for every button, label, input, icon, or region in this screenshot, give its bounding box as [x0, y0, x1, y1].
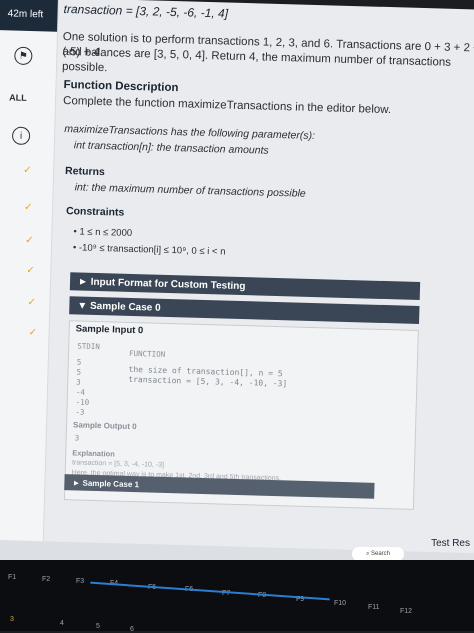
sample-input-title: Sample Input 0	[75, 323, 144, 337]
stdin-header: STDIN	[77, 341, 100, 352]
check-icon: ✓	[23, 201, 33, 214]
digit-key: 4	[60, 620, 64, 627]
check-icon: ✓	[27, 297, 36, 309]
returns-text: int: the maximum number of transactions …	[74, 181, 306, 200]
stdin-values: 5 5 3 -4 -10 -3	[75, 357, 90, 417]
fkey: F3	[76, 578, 85, 585]
fkey: F11	[368, 604, 380, 611]
keyboard-area: F1 F2 F3 F4 F5 F6 F7 F8 F9 F10 F11 F12 3…	[0, 560, 474, 633]
digit-key: 5	[96, 623, 100, 630]
info-icon[interactable]: i	[11, 126, 31, 146]
sample-output-value: 3	[74, 433, 80, 443]
sample-case-0-toggle[interactable]: ▼ Sample Case 0	[69, 296, 420, 324]
function-header: FUNCTION	[128, 348, 166, 359]
fkey: F12	[400, 608, 413, 615]
function-description-text: Complete the function maximizeTransactio…	[62, 94, 392, 117]
function-description-title: Function Description	[63, 78, 179, 95]
monitor-screen: 42m left ⚑ ALL i ✓ ✓ ✓ ✓ ✓ ✓ transaction…	[0, 0, 474, 570]
check-icon: ✓	[25, 234, 34, 247]
check-icon: ✓	[28, 327, 38, 339]
constraint-1: • 1 ≤ n ≤ 2000	[73, 226, 133, 239]
fkey: F10	[334, 600, 347, 607]
taskbar-search[interactable]: ⌕ Search	[352, 547, 404, 561]
question-sidebar: 42m left ⚑ ALL i ✓ ✓ ✓ ✓ ✓ ✓	[0, 0, 59, 558]
digit-key: 6	[130, 626, 134, 633]
sidebar-all-label[interactable]: ALL	[9, 92, 27, 102]
fkey: F2	[42, 576, 51, 583]
check-icon: ✓	[22, 164, 32, 177]
constraint-2: • -10⁹ ≤ transaction[i] ≤ 10⁹, 0 ≤ i < n	[72, 242, 226, 258]
sample-output-title: Sample Output 0	[72, 420, 137, 432]
input-format-toggle[interactable]: ► Input Format for Custom Testing	[69, 272, 421, 301]
fkey: F1	[8, 574, 17, 581]
returns-title: Returns	[64, 165, 105, 179]
test-results-label[interactable]: Test Res	[431, 538, 470, 549]
digit-key: 3	[10, 616, 14, 623]
transaction-example: transaction = [3, 2, -5, -6, -1, 4]	[63, 1, 229, 21]
problem-content: transaction = [3, 2, -5, -6, -1, 4] One …	[62, 0, 474, 510]
flag-icon[interactable]: ⚑	[14, 46, 33, 66]
check-icon: ✓	[26, 265, 35, 277]
timer-badge: 42m left	[0, 0, 58, 32]
constraints-title: Constraints	[65, 205, 125, 219]
